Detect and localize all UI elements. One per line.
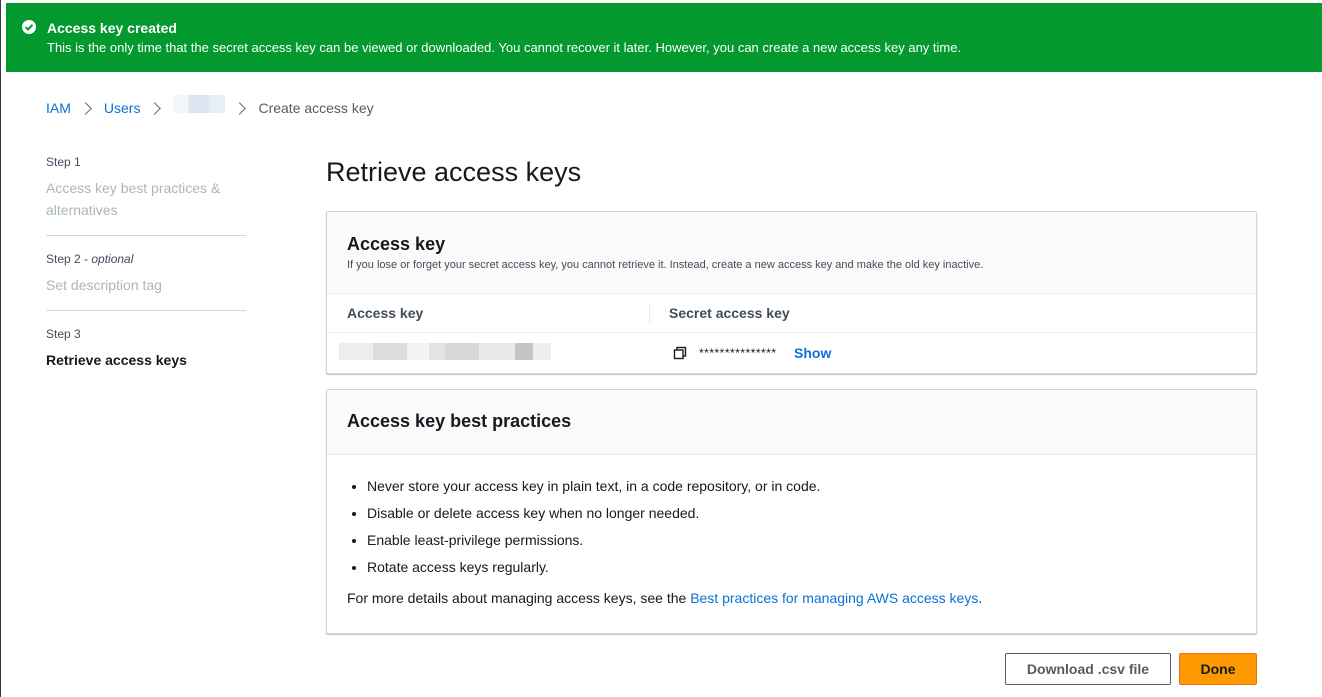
step-2-optional: optional xyxy=(91,252,134,266)
best-practices-link[interactable]: Best practices for managing AWS access k… xyxy=(690,590,978,606)
access-key-panel-title: Access key xyxy=(347,234,446,254)
step-1-label: Step 1 xyxy=(46,155,81,169)
column-separator xyxy=(649,304,650,324)
breadcrumb-users-link[interactable]: Users xyxy=(104,100,141,116)
success-flash-banner: Access key created This is the only time… xyxy=(6,3,1322,72)
wizard-step-1: Step 1 Access key best practices & alter… xyxy=(46,155,246,221)
breadcrumb-user-redacted[interactable] xyxy=(173,95,226,113)
best-practices-panel-header: Access key best practices xyxy=(327,390,1256,455)
best-practices-footer: For more details about managing access k… xyxy=(347,590,983,606)
breadcrumb-iam-link[interactable]: IAM xyxy=(46,100,71,116)
best-practices-panel: Access key best practices Never store yo… xyxy=(326,389,1257,634)
list-item: Rotate access keys regularly. xyxy=(367,557,820,584)
step-3-label: Step 3 xyxy=(46,327,81,341)
step-1-title: Access key best practices & alternatives xyxy=(46,180,221,218)
row-separator xyxy=(327,332,1256,333)
check-circle-icon xyxy=(22,20,36,34)
page-title: Retrieve access keys xyxy=(326,157,582,187)
wizard-step-2: Step 2 - optional Set description tag xyxy=(46,252,246,296)
list-item: Disable or delete access key when no lon… xyxy=(367,503,820,530)
access-key-panel-description: If you lose or forget your secret access… xyxy=(347,259,984,271)
step-divider xyxy=(46,310,246,311)
step-2-label: Step 2 - optional xyxy=(46,252,134,266)
step-2-title: Set description tag xyxy=(46,277,162,293)
page-frame: Access key created This is the only time… xyxy=(0,0,1322,697)
list-item: Enable least-privilege permissions. xyxy=(367,530,820,557)
step-divider xyxy=(46,235,246,236)
access-key-panel-header: Access key If you lose or forget your se… xyxy=(327,212,1256,294)
access-key-panel: Access key If you lose or forget your se… xyxy=(326,211,1257,374)
best-practices-list: Never store your access key in plain tex… xyxy=(347,476,820,584)
show-secret-link[interactable]: Show xyxy=(794,345,831,361)
secret-access-key-masked: *************** xyxy=(699,346,777,360)
wizard-step-3: Step 3 Retrieve access keys xyxy=(46,327,246,371)
breadcrumb: IAM Users Create access key xyxy=(46,95,374,118)
flash-title: Access key created xyxy=(47,20,177,36)
copy-icon[interactable] xyxy=(673,346,687,360)
best-practices-panel-title: Access key best practices xyxy=(347,411,572,431)
step-3-title: Retrieve access keys xyxy=(46,352,187,368)
download-csv-button[interactable]: Download .csv file xyxy=(1005,653,1171,685)
chevron-right-icon xyxy=(233,101,247,115)
chevron-right-icon xyxy=(79,101,92,115)
breadcrumb-current: Create access key xyxy=(258,100,374,116)
list-item: Never store your access key in plain tex… xyxy=(367,476,820,503)
access-key-column-header: Access key xyxy=(347,305,424,321)
done-button[interactable]: Done xyxy=(1179,653,1257,685)
secret-access-key-column-header: Secret access key xyxy=(669,305,790,321)
chevron-right-icon xyxy=(148,101,162,115)
flash-message: This is the only time that the secret ac… xyxy=(47,40,962,55)
